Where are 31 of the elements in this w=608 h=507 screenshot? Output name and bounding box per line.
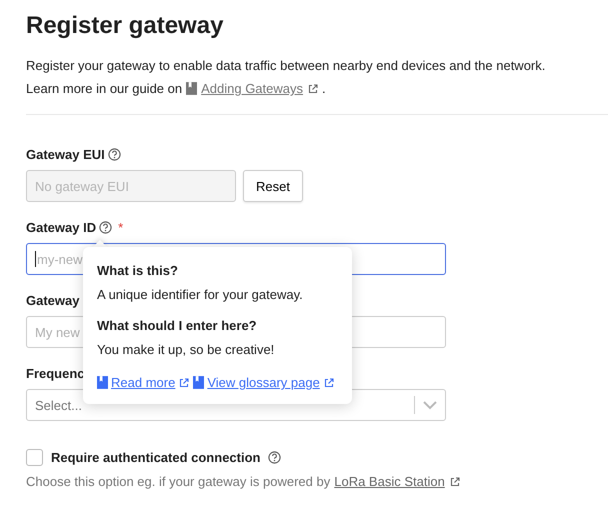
- tooltip-text: A unique identifier for your gateway.: [97, 287, 304, 302]
- book-icon: [97, 376, 108, 389]
- description-text: Register your gateway to enable data traffic between nearby end devices and the network.: [26, 57, 546, 75]
- checkbox[interactable]: [26, 449, 43, 466]
- book-icon: [193, 376, 204, 389]
- field-label: Gateway ID: [26, 220, 96, 235]
- checkbox-label: Require authenticated connection: [51, 450, 260, 465]
- tooltip-text: You make it up, so be creative!: [97, 342, 276, 357]
- page-title: Register gateway: [26, 12, 224, 40]
- tooltip-link[interactable]: Read more: [111, 375, 176, 390]
- help-icon[interactable]: [108, 148, 121, 161]
- reset-button[interactable]: Reset: [243, 170, 303, 202]
- guide-text: Learn more in our guide on: [26, 80, 182, 98]
- help-icon[interactable]: [99, 221, 112, 234]
- hint-text: Choose this option eg. if your gateway is powered by: [26, 474, 330, 489]
- external-link-icon: [179, 378, 190, 388]
- field-label: Gateway: [26, 293, 80, 308]
- required-mark: *: [118, 220, 124, 235]
- external-link-icon: [450, 476, 460, 486]
- tooltip-heading: What should I enter here?: [97, 318, 258, 333]
- external-link-icon: [324, 378, 334, 388]
- external-link-icon: [308, 84, 318, 94]
- field-label: Gateway EUI: [26, 147, 105, 162]
- tooltip-heading: What is this?: [97, 263, 179, 278]
- station-link[interactable]: LoRa Basic Station: [334, 474, 445, 489]
- help-icon[interactable]: [268, 451, 282, 464]
- period-text: .: [322, 80, 326, 98]
- book-icon: [186, 82, 198, 95]
- field-label: Frequenc: [26, 366, 85, 381]
- tooltip-link[interactable]: View glossary page: [207, 375, 320, 390]
- guide-link[interactable]: Adding Gateways: [201, 77, 304, 100]
